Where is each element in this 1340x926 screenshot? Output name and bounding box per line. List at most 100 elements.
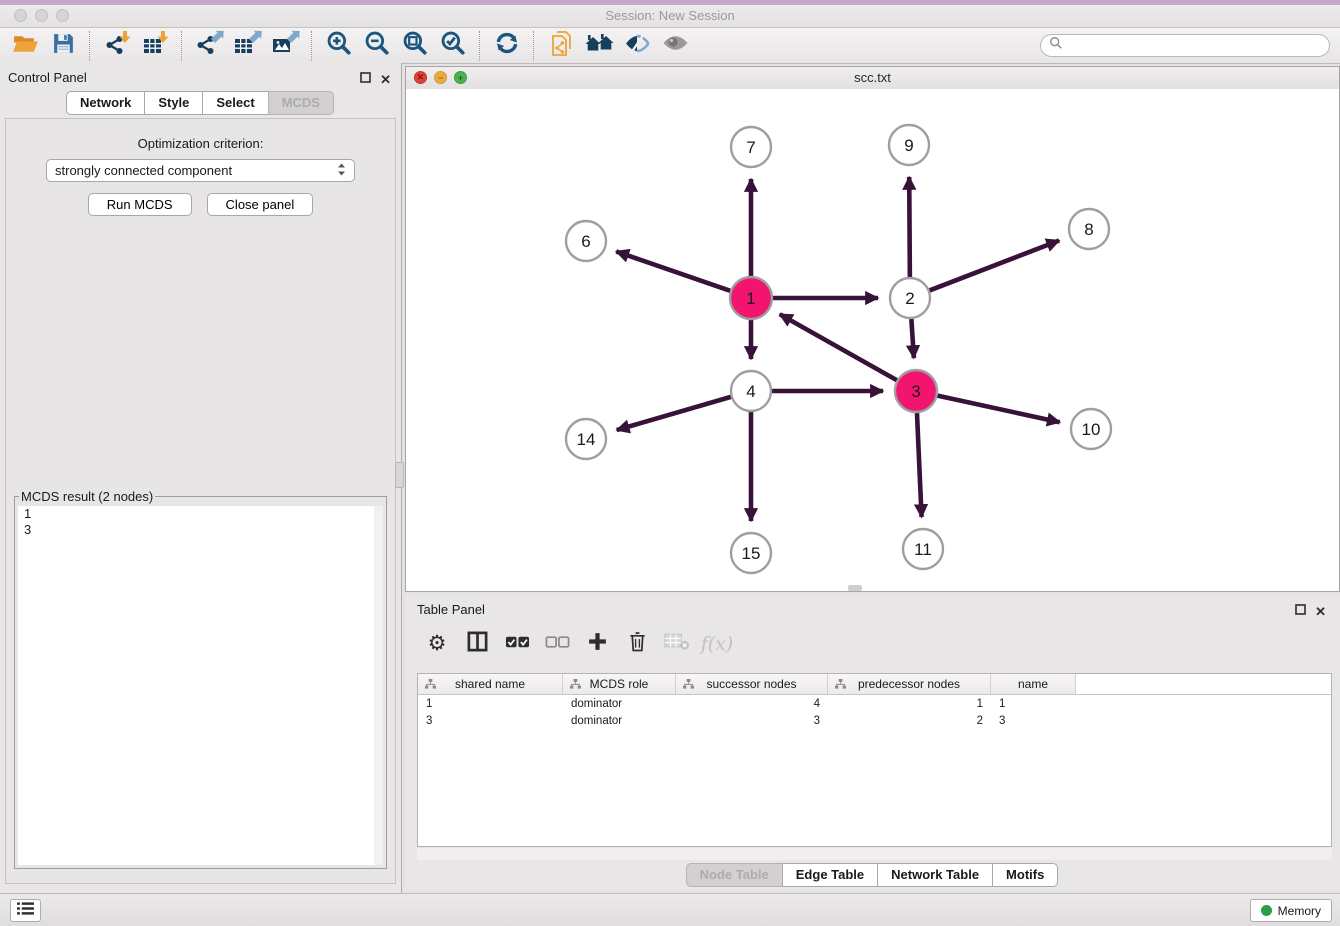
- open-session-icon: [12, 31, 39, 61]
- zoom-out-button[interactable]: [358, 30, 396, 61]
- tab-motifs[interactable]: Motifs: [992, 863, 1058, 887]
- network-window: ✕ − + scc.txt 7968124314101511: [405, 66, 1340, 592]
- table-hscrollbar[interactable]: [417, 848, 1332, 860]
- delete-column-button[interactable]: [619, 627, 655, 661]
- hide-details-button[interactable]: [618, 30, 656, 61]
- share-document-button[interactable]: [542, 30, 580, 61]
- column-header-successor-nodes[interactable]: successor nodes: [676, 674, 828, 694]
- save-session-button[interactable]: [44, 30, 82, 61]
- table-panel: Table Panel ✕ ⚙f(x) shared nameMCDS role…: [405, 595, 1340, 890]
- node-label-3: 3: [911, 382, 920, 401]
- table-cell: 3: [676, 712, 828, 729]
- settings-gear-icon: ⚙: [428, 633, 447, 655]
- zoom-in-button[interactable]: [320, 30, 358, 61]
- tab-network-table[interactable]: Network Table: [877, 863, 993, 887]
- show-details-button[interactable]: [656, 30, 694, 61]
- toggle-columns-button[interactable]: [459, 627, 495, 661]
- import-network-icon: [104, 30, 131, 61]
- edge-4-14[interactable]: [617, 397, 731, 430]
- table-row[interactable]: 1dominator411: [418, 695, 1331, 712]
- task-history-button[interactable]: [10, 899, 41, 922]
- close-table-panel-icon[interactable]: ✕: [1315, 606, 1326, 617]
- column-label: successor nodes: [706, 677, 796, 691]
- refresh-button[interactable]: [488, 30, 526, 61]
- list-icon: [16, 901, 35, 921]
- node-label-9: 9: [904, 136, 913, 155]
- deselect-all-checks-icon: [545, 634, 570, 655]
- save-session-icon: [51, 31, 76, 61]
- refresh-icon: [494, 30, 520, 61]
- vertical-splitter-handle[interactable]: [395, 462, 404, 488]
- network-graph[interactable]: 7968124314101511: [406, 89, 1339, 591]
- delete-table-button: [659, 627, 695, 661]
- result-scrollbar[interactable]: [374, 506, 383, 865]
- node-table: shared nameMCDS role successor nodes prede…: [417, 673, 1332, 847]
- table-header-row: shared nameMCDS role successor nodes prede…: [418, 674, 1331, 695]
- column-header-predecessor-nodes[interactable]: predecessor nodes: [828, 674, 991, 694]
- zoom-in-icon: [326, 30, 352, 61]
- table-cell: 3: [991, 712, 1076, 729]
- column-header-shared-name[interactable]: shared name: [418, 674, 563, 694]
- run-mcds-button[interactable]: Run MCDS: [88, 193, 192, 216]
- table-panel-header: Table Panel ✕: [405, 595, 1340, 623]
- search-icon: [1049, 36, 1063, 55]
- edge-2-8[interactable]: [930, 241, 1060, 291]
- zoom-selected-button[interactable]: [434, 30, 472, 61]
- column-header-MCDS-role[interactable]: MCDS role: [563, 674, 676, 694]
- tab-select[interactable]: Select: [202, 91, 268, 115]
- close-panel-icon[interactable]: ✕: [380, 74, 391, 85]
- import-network-button[interactable]: [98, 30, 136, 61]
- node-label-7: 7: [746, 138, 755, 157]
- select-all-checks-button[interactable]: [499, 627, 535, 661]
- export-table-button[interactable]: [228, 30, 266, 61]
- search-box[interactable]: [1040, 34, 1330, 57]
- memory-status-icon: [1261, 905, 1272, 916]
- node-label-15: 15: [742, 544, 761, 563]
- network-window-titlebar[interactable]: ✕ − + scc.txt: [406, 67, 1339, 90]
- delete-table-icon: [664, 632, 690, 656]
- open-session-button[interactable]: [6, 30, 44, 61]
- criterion-select[interactable]: strongly connected component: [46, 159, 355, 182]
- column-header-name[interactable]: name: [991, 674, 1076, 694]
- home-button[interactable]: [580, 30, 618, 61]
- column-label: name: [1018, 677, 1048, 691]
- network-canvas[interactable]: 7968124314101511: [406, 89, 1339, 591]
- select-all-checks-icon: [505, 634, 530, 655]
- table-row[interactable]: 3dominator323: [418, 712, 1331, 729]
- tab-style[interactable]: Style: [144, 91, 203, 115]
- zoom-fit-button[interactable]: [396, 30, 434, 61]
- edge-2-9[interactable]: [909, 177, 910, 277]
- export-network-button[interactable]: [190, 30, 228, 61]
- mcds-panel: Optimization criterion: strongly connect…: [5, 118, 396, 884]
- edge-3-10[interactable]: [937, 396, 1059, 423]
- memory-button[interactable]: Memory: [1250, 899, 1332, 922]
- tab-edge-table[interactable]: Edge Table: [782, 863, 878, 887]
- table-panel-title: Table Panel: [417, 602, 485, 617]
- float-table-panel-icon[interactable]: [1295, 602, 1306, 620]
- edge-3-11[interactable]: [917, 413, 922, 517]
- toolbar-separator: [311, 31, 313, 61]
- settings-gear-button[interactable]: ⚙: [419, 627, 455, 661]
- search-input[interactable]: [1068, 38, 1321, 54]
- float-panel-icon[interactable]: [360, 70, 371, 88]
- toolbar-separator: [533, 31, 535, 61]
- export-image-button[interactable]: [266, 30, 304, 61]
- toolbar-separator: [181, 31, 183, 61]
- edge-1-6[interactable]: [616, 251, 730, 290]
- horizontal-splitter-handle[interactable]: [848, 585, 862, 591]
- tab-node-table[interactable]: Node Table: [686, 863, 783, 887]
- node-label-10: 10: [1082, 420, 1101, 439]
- edge-2-3[interactable]: [911, 319, 914, 358]
- mcds-result-list[interactable]: 13: [18, 506, 383, 865]
- add-column-button[interactable]: [579, 627, 615, 661]
- import-table-button[interactable]: [136, 30, 174, 61]
- table-cell: 1: [991, 695, 1076, 712]
- node-label-14: 14: [577, 430, 596, 449]
- deselect-all-checks-button[interactable]: [539, 627, 575, 661]
- export-table-icon: [233, 30, 262, 61]
- tab-mcds[interactable]: MCDS: [268, 91, 334, 115]
- close-panel-button[interactable]: Close panel: [207, 193, 314, 216]
- edge-3-1[interactable]: [780, 314, 897, 380]
- tab-network[interactable]: Network: [66, 91, 145, 115]
- column-label: predecessor nodes: [858, 677, 960, 691]
